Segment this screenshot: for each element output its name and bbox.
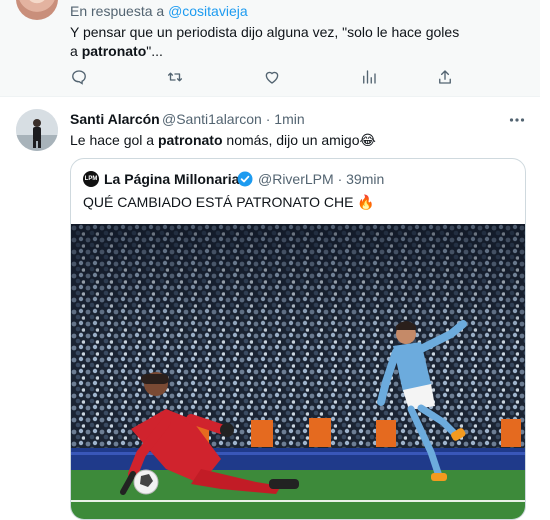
tweet-text: Le hace gol a patronato nomás, dijo un a… <box>70 132 376 149</box>
in-reply-to: En respuesta a @cositavieja <box>70 3 248 19</box>
quoted-text: QUÉ CAMBIADO ESTÁ PATRONATO CHE 🔥 <box>83 194 375 210</box>
in-reply-prefix: En respuesta a <box>70 3 165 19</box>
in-reply-handle[interactable]: @cositavieja <box>168 3 248 19</box>
quoted-tweet[interactable]: LPM La Página Millonaria @RiverLPM · 39m… <box>70 158 526 520</box>
tweet-actions <box>70 68 462 86</box>
tweet-text-part: nomás, dijo un amigo😂 <box>222 132 376 148</box>
quoted-avatar[interactable]: LPM <box>83 171 99 187</box>
views-icon[interactable] <box>360 68 378 86</box>
meta-separator: · <box>265 111 271 127</box>
tweet-photo[interactable] <box>71 224 525 519</box>
avatar[interactable] <box>16 109 58 151</box>
author-name[interactable]: Santi Alarcón <box>70 111 160 127</box>
more-options-icon[interactable] <box>508 111 526 129</box>
tweet-text-part: "... <box>146 43 163 59</box>
verified-badge-icon <box>237 171 253 187</box>
tweet-text-bold: patronato <box>157 132 223 148</box>
author-handle[interactable]: @Santi1alarcon <box>162 111 262 127</box>
like-icon[interactable] <box>263 68 281 86</box>
tweet-meta: @Santi1alarcon · 1min <box>162 111 305 127</box>
tweet-divider <box>0 96 540 97</box>
reply-icon[interactable] <box>70 68 88 86</box>
quoted-time: 39min <box>346 171 385 187</box>
retweet-icon[interactable] <box>166 68 184 86</box>
tweet-text: Y pensar que un periodista dijo alguna v… <box>70 23 470 61</box>
tweet-time[interactable]: 1min <box>274 111 304 127</box>
quoted-handle: @RiverLPM <box>258 171 334 187</box>
avatar[interactable] <box>16 0 58 20</box>
quoted-meta: @RiverLPM · 39min <box>258 171 384 187</box>
tweet-text-part: Le hace gol a <box>70 132 158 148</box>
share-icon[interactable] <box>436 68 454 86</box>
meta-separator: · <box>337 171 343 187</box>
reply-tweet[interactable]: En respuesta a @cositavieja Y pensar que… <box>0 0 540 96</box>
tweet-text-bold: patronato <box>81 43 147 59</box>
quoted-author-name: La Página Millonaria <box>104 171 240 187</box>
